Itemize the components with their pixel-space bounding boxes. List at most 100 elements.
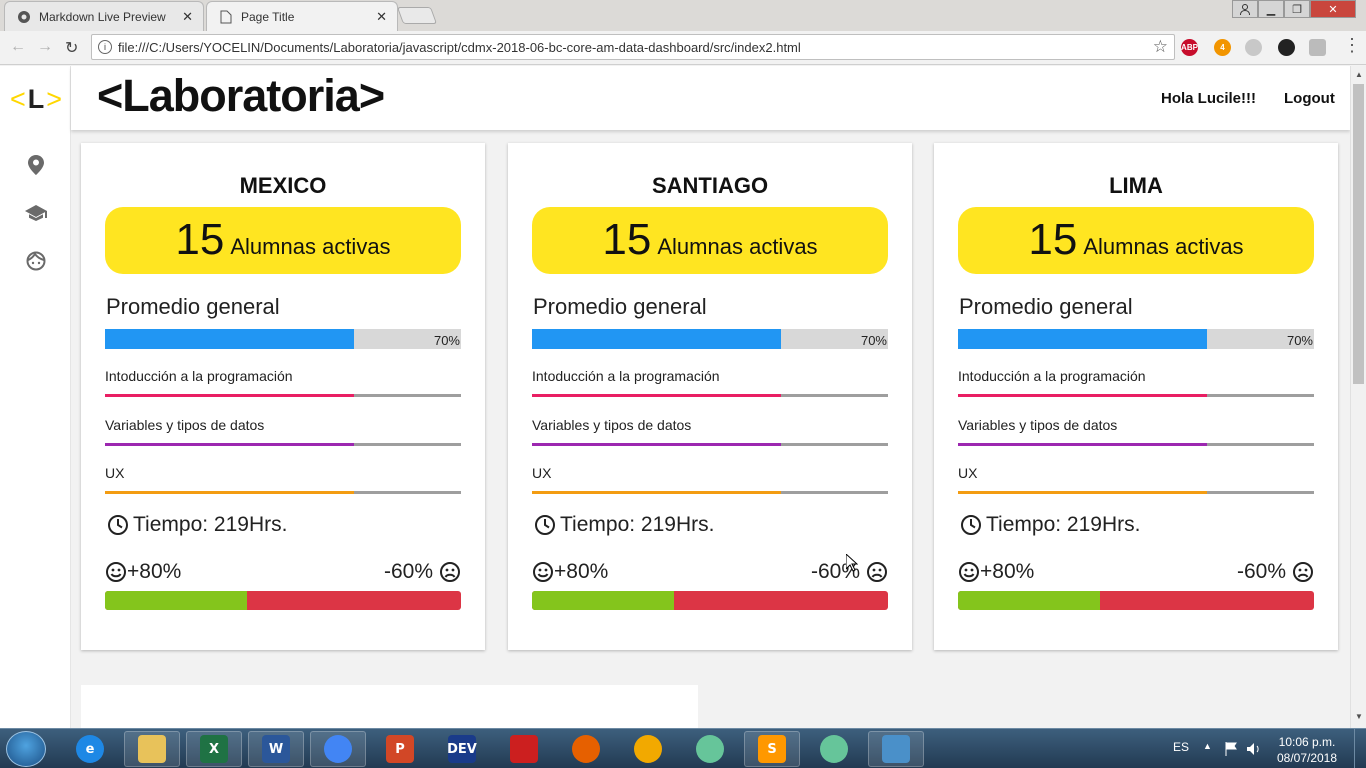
forward-icon[interactable]: →	[37, 38, 53, 56]
city-card-mexico: MEXICO 15 Alumnas activas Promedio gener…	[81, 143, 485, 650]
tray-expand-icon[interactable]: ▲	[1203, 741, 1212, 751]
average-progress-bar: 70%	[105, 329, 461, 349]
logout-link[interactable]: Logout	[1284, 90, 1335, 107]
greeting-link[interactable]: Hola Lucile!!!	[1161, 90, 1256, 107]
average-percent: 70%	[1286, 333, 1313, 348]
average-progress-fill	[105, 329, 355, 349]
sad-face-icon	[1293, 562, 1313, 582]
document-icon	[219, 10, 233, 24]
sidebar-logo[interactable]: <L>	[10, 84, 64, 115]
positive-percent: +80%	[127, 560, 182, 583]
atom-icon	[696, 735, 724, 763]
bookmark-star-icon[interactable]: ☆	[1153, 37, 1168, 57]
time-label: Tiempo: 219Hrs.	[560, 513, 715, 536]
positive-percent: +80%	[980, 560, 1035, 583]
tab-page-title[interactable]: Page Title ✕	[206, 1, 398, 31]
skill-variables: Variables y tipos de datos	[105, 417, 461, 446]
skill-fill	[532, 443, 782, 446]
atom-2-icon	[820, 735, 848, 763]
skill-track	[958, 443, 1314, 446]
taskbar-button-image-viewer[interactable]	[868, 731, 924, 767]
back-icon[interactable]: ←	[10, 38, 26, 56]
new-tab-button[interactable]	[396, 7, 438, 24]
extension-dark-icon[interactable]	[1278, 39, 1295, 56]
scroll-up-arrow-icon[interactable]: ▲	[1355, 70, 1363, 79]
average-label: Promedio general	[959, 294, 1133, 319]
average-progress-fill	[532, 329, 782, 349]
skill-intro-programming: Intoducción a la programación	[532, 368, 888, 397]
show-desktop-button[interactable]	[1354, 729, 1366, 768]
chromium-icon	[634, 735, 662, 763]
taskbar-button-chrome[interactable]	[310, 731, 366, 767]
satisfaction-split-bar	[532, 591, 888, 610]
skill-track	[532, 443, 888, 446]
taskbar-button-word[interactable]: W	[248, 731, 304, 767]
close-icon[interactable]: ✕	[376, 9, 387, 25]
vertical-scrollbar[interactable]: ▲ ▼	[1350, 66, 1366, 728]
location-pin-icon[interactable]	[25, 154, 47, 176]
taskbar-button-acrobat[interactable]	[496, 731, 552, 767]
taskbar-button-internet-explorer[interactable]: e	[62, 731, 118, 767]
taskbar-button-chromium[interactable]	[620, 731, 676, 767]
extension-gray-icon[interactable]	[1245, 39, 1262, 56]
active-students-badge: 15 Alumnas activas	[532, 207, 888, 274]
satisfaction-row: +80% -60%	[958, 560, 1314, 588]
minimize-icon[interactable]: ▁	[1258, 0, 1284, 18]
volume-icon[interactable]	[1246, 741, 1262, 757]
skill-label: UX	[532, 465, 552, 481]
close-icon[interactable]: ✕	[182, 9, 193, 25]
reload-icon[interactable]: ↻	[65, 38, 78, 58]
scroll-thumb[interactable]	[1353, 84, 1364, 384]
skill-variables: Variables y tipos de datos	[958, 417, 1314, 446]
word-icon: W	[262, 735, 290, 763]
tab-markdown-live-preview[interactable]: Markdown Live Preview ✕	[4, 1, 204, 31]
skill-fill	[532, 394, 782, 397]
taskbar-button-sublime[interactable]: S	[744, 731, 800, 767]
city-name: LIMA	[1109, 173, 1163, 198]
average-progress-bar: 70%	[958, 329, 1314, 349]
taskbar-button-atom-2[interactable]	[806, 731, 862, 767]
user-icon[interactable]	[1232, 0, 1258, 18]
file-explorer-icon	[138, 735, 166, 763]
extension-puzzle-icon[interactable]	[1309, 39, 1326, 56]
taskbar-button-powerpoint[interactable]: P	[372, 731, 428, 767]
window-close-icon[interactable]: ✕	[1310, 0, 1356, 18]
scroll-down-arrow-icon[interactable]: ▼	[1355, 712, 1363, 721]
menu-kebab-icon[interactable]: ⋮	[1343, 35, 1361, 56]
maximize-icon[interactable]: ❐	[1284, 0, 1310, 18]
clock-date: 08/07/2018	[1276, 751, 1338, 765]
windows-taskbar: e X W P DEV S ES ▲ 10:06 p.m. 08/07/2018	[0, 728, 1366, 768]
skill-fill	[105, 491, 355, 494]
student-face-icon[interactable]	[25, 250, 47, 272]
start-button[interactable]	[6, 731, 46, 767]
average-percent: 70%	[433, 333, 460, 348]
sad-face-icon	[867, 562, 887, 582]
mouse-pointer-icon	[846, 554, 858, 572]
satisfaction-row: +80% -60%	[105, 560, 461, 588]
action-center-flag-icon[interactable]	[1224, 741, 1240, 757]
system-clock[interactable]: 10:06 p.m. 08/07/2018	[1272, 734, 1342, 766]
skill-fill	[532, 491, 782, 494]
taskbar-button-devcpp[interactable]: DEV	[434, 731, 490, 767]
input-language[interactable]: ES	[1173, 740, 1189, 754]
info-icon[interactable]: i	[98, 40, 112, 54]
taskbar-button-file-explorer[interactable]	[124, 731, 180, 767]
taskbar-button-firefox[interactable]	[558, 731, 614, 767]
taskbar-button-atom[interactable]	[682, 731, 738, 767]
satisfaction-split-bar	[958, 591, 1314, 610]
skill-track	[105, 443, 461, 446]
time-row: Tiempo: 219Hrs.	[960, 513, 1140, 537]
excel-icon: X	[200, 735, 228, 763]
adblock-plus-icon[interactable]: ABP	[1181, 39, 1198, 56]
negative-group: -60%	[1237, 560, 1314, 584]
skill-variables: Variables y tipos de datos	[532, 417, 888, 446]
skill-label: Variables y tipos de datos	[958, 417, 1118, 433]
address-bar[interactable]: i file:///C:/Users/YOCELIN/Documents/Lab…	[91, 34, 1175, 60]
taskbar-button-excel[interactable]: X	[186, 731, 242, 767]
time-label: Tiempo: 219Hrs.	[986, 513, 1141, 536]
laboratoria-logo[interactable]: <Laboratoria>	[97, 70, 385, 122]
graduation-cap-icon[interactable]	[25, 202, 47, 224]
city-card-santiago: SANTIAGO 15 Alumnas activas Promedio gen…	[508, 143, 912, 650]
time-row: Tiempo: 219Hrs.	[107, 513, 287, 537]
extension-badge-icon[interactable]: 4	[1214, 39, 1231, 56]
